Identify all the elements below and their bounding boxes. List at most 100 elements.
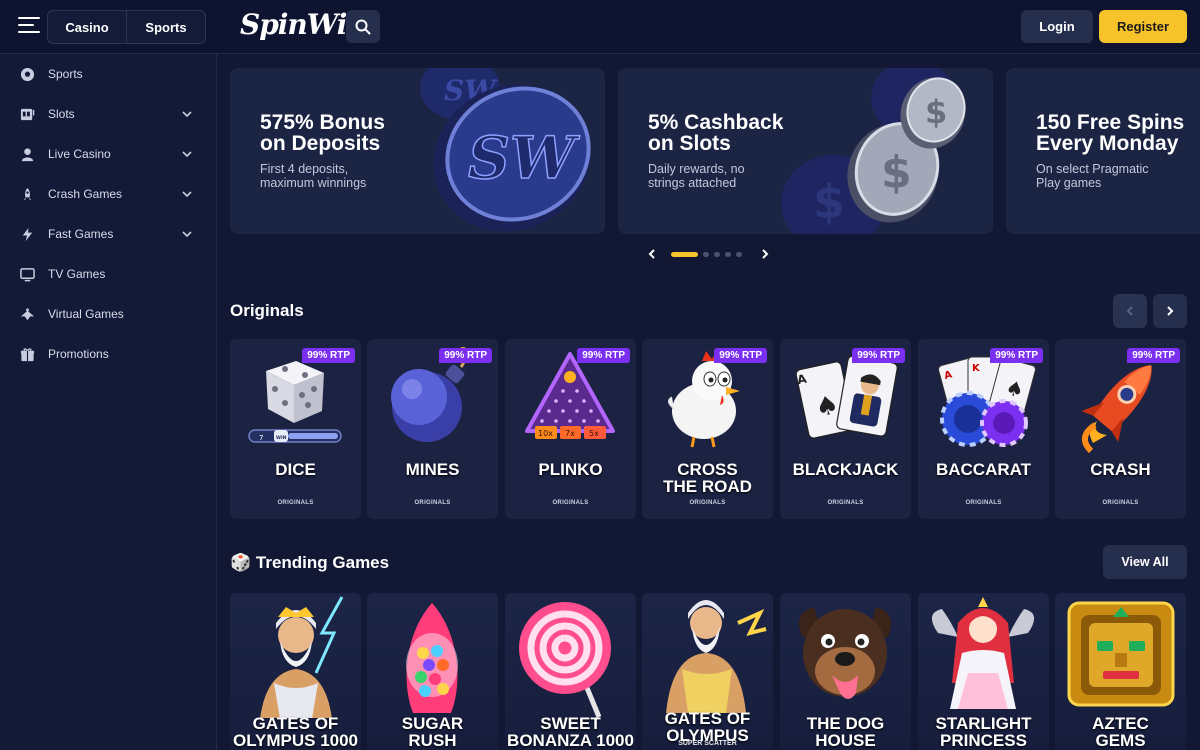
- game-name: MINES: [405, 460, 460, 479]
- plinko-multiplier: 7x: [565, 429, 575, 438]
- game-name: STARLIGHT PRINCESS: [935, 714, 1032, 750]
- slot-machine-icon: [19, 106, 35, 122]
- carousel-dot[interactable]: [736, 251, 742, 257]
- dice-value: 7: [259, 434, 263, 442]
- search-button[interactable]: [346, 10, 380, 43]
- sports-tab[interactable]: Sports: [127, 11, 205, 43]
- game-card-sugar-rush[interactable]: SUGAR RUSH: [367, 593, 498, 750]
- tv-icon: [19, 266, 35, 282]
- rtp-badge: 99% RTP: [990, 348, 1043, 363]
- casino-tab[interactable]: Casino: [48, 11, 127, 43]
- game-card-crash[interactable]: 99% RTP CRASH ORIGINALS: [1055, 339, 1186, 519]
- aztec-mask-image: [1067, 601, 1175, 707]
- carousel-dot[interactable]: [703, 251, 709, 257]
- originals-next-button[interactable]: [1153, 294, 1187, 328]
- carousel-prev-icon[interactable]: [645, 245, 659, 263]
- sidebar-item-tv-games[interactable]: TV Games: [0, 254, 216, 294]
- game-card-plinko[interactable]: 10x 7x 5x 99% RTP PLINKO ORIGINALS: [505, 339, 636, 519]
- game-card-cross-the-road[interactable]: 99% RTP CROSS THE ROAD ORIGINALS: [642, 339, 773, 519]
- view-all-button[interactable]: View All: [1103, 545, 1187, 579]
- chevron-right-icon: [1167, 306, 1174, 316]
- princess-image: [931, 597, 1035, 709]
- dollar-coins-image: $ $ $: [781, 68, 966, 234]
- promo-banner-free-spins[interactable]: 150 Free Spins Every Monday On select Pr…: [1006, 68, 1200, 234]
- menu-icon[interactable]: [18, 17, 40, 37]
- sidebar-item-label: Promotions: [48, 347, 109, 361]
- game-name: BACCARAT: [935, 460, 1032, 479]
- chevron-down-icon[interactable]: [181, 188, 193, 200]
- chevron-down-icon[interactable]: [181, 228, 193, 240]
- game-card-blackjack[interactable]: A ♠ 99% RTP BLACKJACK ORIGINALS: [780, 339, 911, 519]
- rtp-badge: 99% RTP: [302, 348, 355, 363]
- gift-icon: [19, 346, 35, 362]
- sidebar-item-fast-games[interactable]: Fast Games: [0, 214, 216, 254]
- banner-title: 5% Cashback on Slots: [648, 111, 784, 155]
- carousel-next-icon[interactable]: [758, 245, 772, 263]
- game-card-starlight-princess[interactable]: STARLIGHT PRINCESS: [918, 593, 1049, 750]
- svg-text:$: $: [881, 147, 912, 198]
- game-card-gates-of-olympus-super-scatter[interactable]: GATES OF OLYMPUS SUPER SCATTER: [642, 593, 773, 750]
- sidebar-item-slots[interactable]: Slots: [0, 94, 216, 134]
- game-tag: ORIGINALS: [1102, 500, 1139, 506]
- gumball-rocket-image: [406, 603, 458, 713]
- game-subtitle: SUPER SCATTER: [678, 740, 737, 747]
- register-button[interactable]: Register: [1099, 10, 1187, 43]
- dog-image: [798, 607, 892, 699]
- game-tag: ORIGINALS: [827, 500, 864, 506]
- game-name: SWEET BONANZA 1000: [507, 714, 634, 750]
- rtp-badge: 99% RTP: [852, 348, 905, 363]
- game-name: DICE: [275, 460, 316, 479]
- chevron-down-icon[interactable]: [181, 108, 193, 120]
- carousel-dot[interactable]: [725, 251, 731, 257]
- game-tag: ORIGINALS: [414, 500, 451, 506]
- rtp-badge: 99% RTP: [714, 348, 767, 363]
- game-card-mines[interactable]: 99% RTP MINES ORIGINALS: [367, 339, 498, 519]
- carousel-dots: [671, 251, 742, 257]
- lightning-icon: [19, 226, 35, 242]
- promo-banner-cashback[interactable]: $ $ $ 5% Cashback on Slots Daily rewards…: [618, 68, 993, 234]
- originals-prev-button[interactable]: [1113, 294, 1147, 328]
- sidebar-item-label: Fast Games: [48, 227, 114, 241]
- game-name: SUGAR RUSH: [401, 714, 464, 750]
- game-name: BLACKJACK: [792, 460, 899, 479]
- game-card-the-dog-house-megaways[interactable]: THE DOG HOUSE MEGAWAYS: [780, 593, 911, 750]
- carousel-dot[interactable]: [671, 251, 698, 257]
- zeus-image: [260, 596, 344, 718]
- game-tag: ORIGINALS: [552, 500, 589, 506]
- banner-subtitle: On select Pragmatic Play games: [1036, 162, 1149, 190]
- sidebar-item-label: Slots: [48, 107, 75, 121]
- sidebar-item-live-casino[interactable]: Live Casino: [0, 134, 216, 174]
- game-card-aztec-gems[interactable]: AZTEC GEMS: [1055, 593, 1186, 750]
- sidebar-item-promotions[interactable]: Promotions: [0, 334, 216, 374]
- game-tag: ORIGINALS: [965, 500, 1002, 506]
- banner-subtitle: First 4 deposits, maximum winnings: [260, 162, 367, 190]
- dealer-icon: [19, 146, 35, 162]
- rtp-badge: 99% RTP: [439, 348, 492, 363]
- plinko-multiplier: 10x: [538, 429, 553, 438]
- rocket-icon: [19, 186, 35, 202]
- sidebar-item-crash-games[interactable]: Crash Games: [0, 174, 216, 214]
- game-name: PLINKO: [538, 460, 603, 479]
- chevron-down-icon[interactable]: [181, 148, 193, 160]
- sidebar: Sports Slots Live Casino Crash Games Fas…: [0, 54, 217, 750]
- game-card-sweet-bonanza-1000[interactable]: SWEET BONANZA 1000: [505, 593, 636, 750]
- game-name: CROSS THE ROAD: [663, 460, 752, 496]
- game-card-baccarat[interactable]: A K ♠ 99% RTP BACCARAT ORIGINALS: [918, 339, 1049, 519]
- rtp-badge: 99% RTP: [577, 348, 630, 363]
- svg-text:$: $: [925, 93, 947, 131]
- carousel-dot[interactable]: [714, 251, 720, 257]
- sidebar-item-label: Sports: [48, 67, 83, 81]
- game-card-dice[interactable]: 7 WIN 99% RTP DICE ORIGINALS: [230, 339, 361, 519]
- login-button[interactable]: Login: [1021, 10, 1093, 43]
- game-card-gates-of-olympus-1000[interactable]: GATES OF OLYMPUS 1000: [230, 593, 361, 750]
- dice-win-label: WIN: [276, 435, 287, 441]
- originals-title: Originals: [230, 301, 304, 320]
- sidebar-item-label: Virtual Games: [48, 307, 124, 321]
- search-icon: [355, 19, 371, 34]
- svg-text:SW: SW: [468, 124, 580, 192]
- game-name: GATES OF OLYMPUS 1000: [232, 714, 359, 750]
- sidebar-item-label: Crash Games: [48, 187, 123, 201]
- sidebar-item-sports[interactable]: Sports: [0, 54, 216, 94]
- sidebar-item-virtual-games[interactable]: Virtual Games: [0, 294, 216, 334]
- promo-banner-bonus[interactable]: SW SW 575% Bonus on Deposits First 4 dep…: [230, 68, 605, 234]
